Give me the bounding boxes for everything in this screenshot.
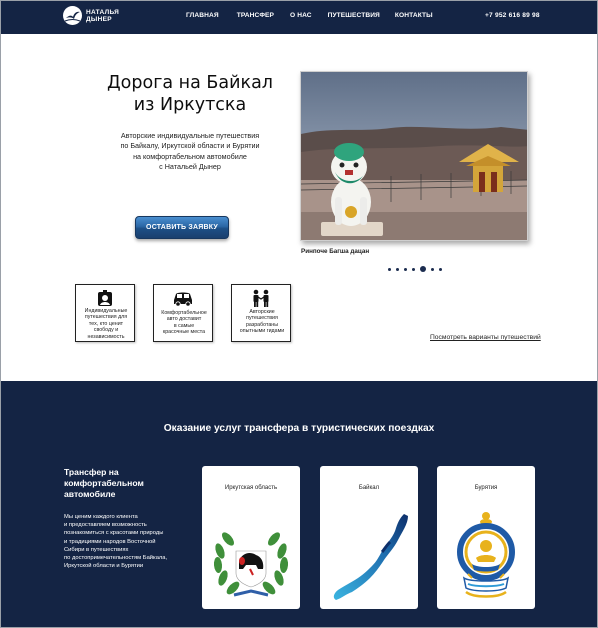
slider-dot[interactable] [388,267,391,271]
transfer-text-line: Иркутской области и Бурятии [64,563,144,570]
transfer-text-line: Мы ценим каждого клиента [64,514,138,520]
feature-card-car: Комфортабельное авто доставит в самые кр… [153,284,213,342]
hero-subtitle-line: по Байкалу, Иркутской области и Бурятии [120,141,260,151]
feature-text-line: независимость [87,333,125,340]
transfer-text-line: и предоставляем возможность [64,522,147,529]
nav-trips[interactable]: ПУТЕШЕСТВИЯ [328,12,380,19]
logo-line1: НАТАЛЬЯ [86,8,120,16]
feature-card-guides: Авторские путешествия разработаны опытны… [231,284,291,342]
hero-title-line1: Дорога на Байкал [107,73,273,93]
transfer-text-line: по достопримечательностям Байкала, [64,555,168,562]
hero-title: Дорога на Байкал из Иркутска [80,72,300,116]
region-card-irkutsk[interactable]: Иркутская область [202,466,300,609]
feature-text: Авторские путешествия разработаны опытны… [234,309,290,335]
transfer-description: Мы ценим каждого клиента и предоставляем… [64,513,194,570]
transfer-heading-line: комфортабельном [64,478,144,488]
nav-contacts[interactable]: КОНТАКТЫ [395,12,433,19]
slider-dot[interactable] [439,267,442,271]
baikal-lake-map-icon [320,506,418,606]
hero-title-line2: из Иркутска [133,95,247,115]
transfer-text-line: и традициями народов Восточной [64,538,156,545]
feature-text-line: путешествия для [84,314,128,321]
transfer-heading-line: Трансфер на [64,467,119,477]
view-trips-link[interactable]: Посмотреть варианты путешествий [430,334,541,341]
logo[interactable]: НАТАЛЬЯ ДЫНЕР [63,6,119,25]
feature-text: Комфортабельное авто доставит в самые кр… [156,310,212,336]
slide-caption: Ринпоче Багша дацан [301,248,370,255]
nav-about[interactable]: О НАС [290,12,312,19]
main-nav: ГЛАВНАЯ ТРАНСФЕР О НАС ПУТЕШЕСТВИЯ КОНТА… [186,12,433,19]
slider-dot[interactable] [412,267,415,271]
slider-dot[interactable] [431,267,434,271]
car-icon [154,289,212,307]
transfer-text-line: познакомиться с красотами природы [64,530,164,537]
transfer-text-line: Сибири в путешествиях [64,546,129,553]
nav-transfer[interactable]: ТРАНСФЕР [237,12,274,19]
region-card-title: Бурятия [474,485,498,491]
irkutsk-coat-of-arms-icon [202,506,300,606]
hero-subtitle-line: на комфортабельном автомобиле [133,151,247,161]
hero-subtitle-line: Авторские индивидуальные путешествия [120,131,260,140]
logo-seagull-icon [63,6,82,25]
phone-number[interactable]: +7 952 616 89 98 [485,12,540,19]
region-card-title: Иркутская область [224,485,278,491]
nav-home[interactable]: ГЛАВНАЯ [186,12,219,19]
slider-dots [388,266,442,272]
feature-text: Индивидуальные путешествия для тех, кто … [78,308,134,340]
logo-line2: ДЫНЕР [86,15,112,23]
guides-icon [232,289,290,307]
hero-subtitle-line: с Натальей Дынер [159,162,221,172]
transfer-heading-line: автомобиле [64,489,116,499]
region-card-title: Байкал [358,485,380,491]
transfer-section-title: Оказание услуг трансфера в туристических… [163,423,435,434]
hero-subtitle: Авторские индивидуальные путешествия по … [85,131,295,173]
slider-dot[interactable] [404,267,407,271]
slider-dot[interactable] [396,267,399,271]
feature-text-line: красочные места [162,329,206,336]
region-card-baikal[interactable]: Байкал [320,466,418,609]
region-card-buryatia[interactable]: Бурятия [437,466,535,609]
person-badge-icon [76,289,134,307]
feature-text-line: опытными гидами [239,328,285,335]
slider-dot-active[interactable] [420,266,426,272]
transfer-heading: Трансфер на комфортабельном автомобиле [64,467,184,500]
logo-text: НАТАЛЬЯ ДЫНЕР [86,9,119,23]
buryatia-coat-of-arms-icon [437,506,535,606]
feature-card-individual: Индивидуальные путешествия для тех, кто … [75,284,135,342]
slider-photo[interactable] [300,71,528,241]
leave-request-button[interactable]: ОСТАВИТЬ ЗАЯВКУ [135,216,229,239]
